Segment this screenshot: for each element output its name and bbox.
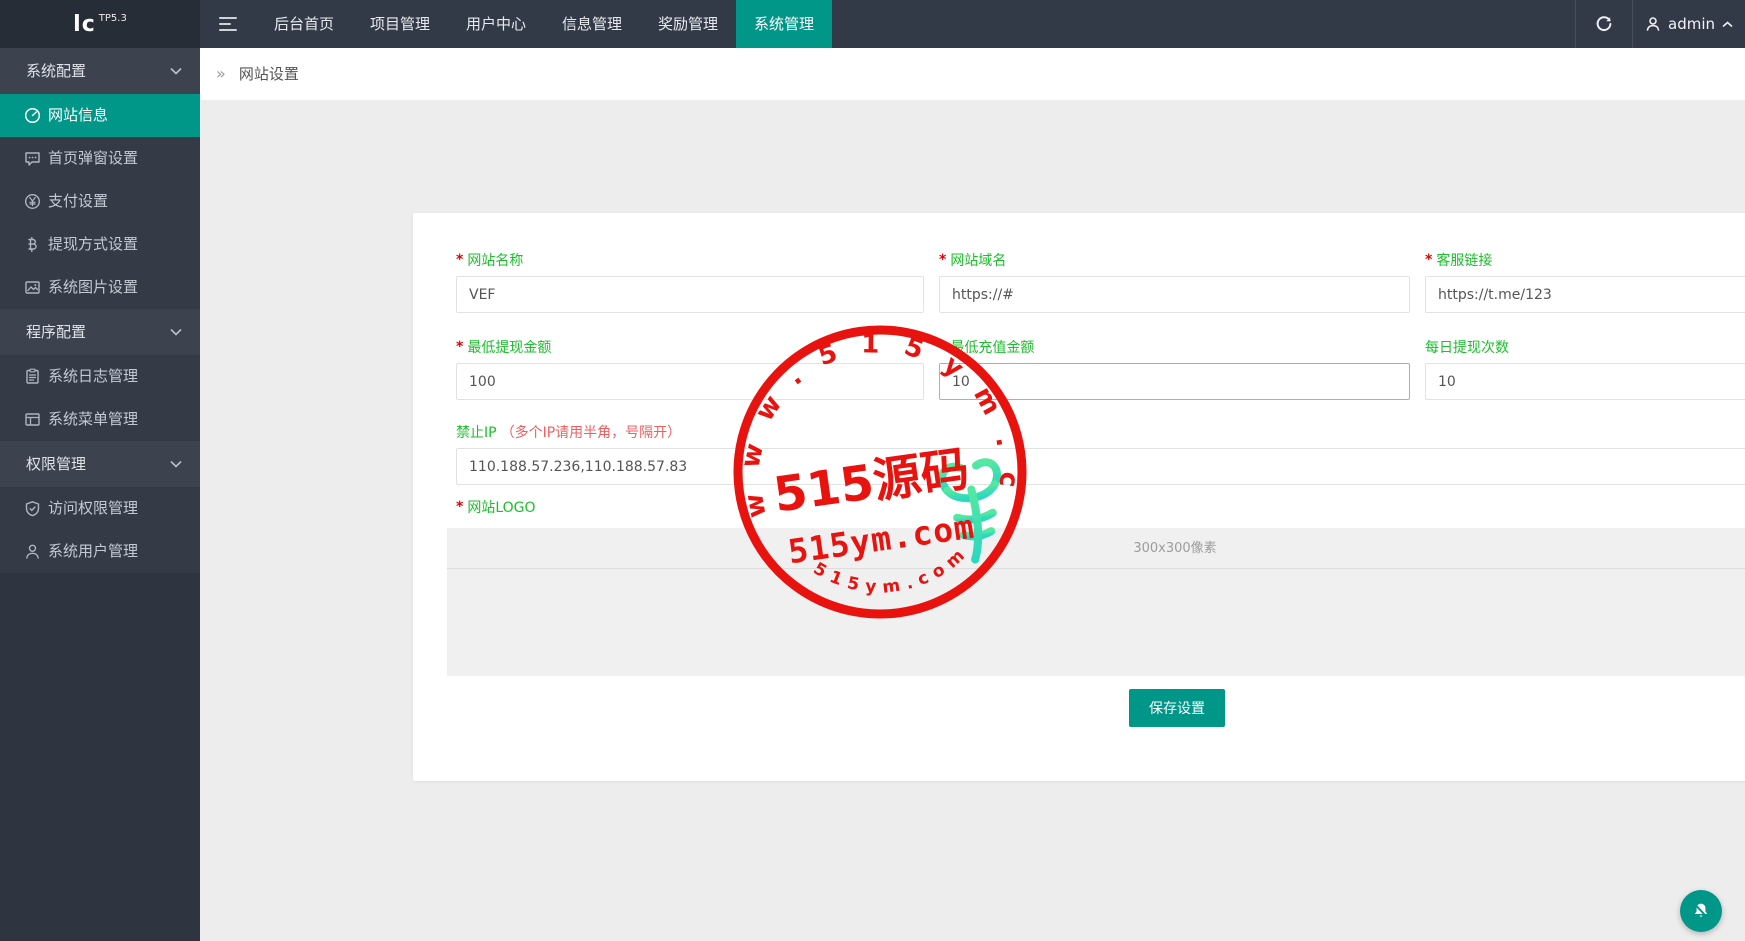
site-domain-input[interactable]: [939, 276, 1410, 313]
chevron-up-icon: [1722, 21, 1733, 28]
logo-preview-row[interactable]: [447, 569, 1745, 675]
required-asterisk: *: [939, 252, 946, 268]
required-asterisk: *: [456, 499, 463, 515]
layout-icon: [24, 411, 41, 428]
logo-version: TP5.3: [99, 13, 127, 24]
field-hint: （多个IP请用半角，号隔开）: [501, 425, 682, 441]
required-asterisk: *: [456, 252, 463, 268]
chevron-down-icon: [170, 328, 182, 336]
dashboard-icon: [24, 107, 41, 124]
nav-item-home[interactable]: 后台首页: [256, 0, 352, 48]
site-name-input[interactable]: [456, 276, 924, 313]
sidebar-item-site-info[interactable]: 网站信息: [0, 94, 200, 137]
hamburger-icon: [219, 17, 237, 19]
yen-circle-icon: [24, 193, 41, 210]
sidebar-group-permissions[interactable]: 权限管理: [0, 441, 200, 487]
nav-item-projects[interactable]: 项目管理: [352, 0, 448, 48]
field-site-name: *网站名称: [456, 253, 924, 313]
field-label: 网站名称: [467, 253, 523, 269]
sidebar-group-system-config[interactable]: 系统配置: [0, 48, 200, 94]
admin-app: lc TP5.3 后台首页 项目管理 用户中心 信息管理 奖励管理 系统管理: [0, 0, 1745, 941]
field-banned-ip: 禁止IP（多个IP请用半角，号隔开）: [456, 425, 1745, 485]
nav-item-rewards[interactable]: 奖励管理: [640, 0, 736, 48]
sidebar-item-popup-settings[interactable]: 首页弹窗设置: [0, 137, 200, 180]
chevron-down-icon: [170, 67, 182, 75]
bell-slash-icon: [1691, 901, 1711, 921]
min-withdraw-input[interactable]: [456, 363, 924, 400]
notification-fab[interactable]: [1680, 890, 1722, 932]
user-icon: [24, 543, 41, 560]
required-asterisk: *: [939, 339, 946, 355]
field-label: 网站LOGO: [467, 500, 535, 516]
user-icon: [1645, 16, 1661, 32]
top-navbar: lc TP5.3 后台首页 项目管理 用户中心 信息管理 奖励管理 系统管理: [0, 0, 1745, 48]
field-label: 最低充值金额: [950, 340, 1034, 356]
refresh-button[interactable]: [1576, 0, 1632, 48]
refresh-icon: [1595, 15, 1613, 33]
logo-upload-hint-row[interactable]: 300x300像素: [447, 528, 1745, 569]
chevron-down-icon: [170, 460, 182, 468]
sidebar-group-program-config[interactable]: 程序配置: [0, 309, 200, 355]
logo-text: lc: [73, 12, 96, 37]
sidebar-item-access-control[interactable]: 访问权限管理: [0, 487, 200, 530]
min-recharge-input[interactable]: [939, 363, 1410, 400]
required-asterisk: *: [456, 339, 463, 355]
settings-form-card: *网站名称 *网站域名 *客服链接 *最低提现金额: [413, 213, 1745, 781]
upload-size-hint: 300x300像素: [1133, 541, 1216, 556]
banned-ip-input[interactable]: [456, 448, 1745, 485]
image-icon: [24, 279, 41, 296]
daily-withdraw-count-input[interactable]: [1425, 363, 1745, 400]
support-link-input[interactable]: [1425, 276, 1745, 313]
field-label: 网站域名: [950, 253, 1006, 269]
field-min-withdraw: *最低提现金额: [456, 340, 924, 400]
sidebar-toggle-button[interactable]: [200, 0, 256, 48]
sidebar-item-payment-settings[interactable]: 支付设置: [0, 180, 200, 223]
field-daily-withdraw-count: 每日提现次数: [1425, 340, 1745, 400]
sidebar-footer-area: [0, 573, 200, 941]
field-min-recharge: *最低充值金额: [939, 340, 1410, 400]
field-site-domain: *网站域名: [939, 253, 1410, 313]
popup-comment-icon: [24, 150, 41, 167]
breadcrumb-bar: » 网站设置: [200, 48, 1745, 100]
nav-item-system[interactable]: 系统管理: [736, 0, 832, 48]
nav-item-user-center[interactable]: 用户中心: [448, 0, 544, 48]
required-asterisk: *: [1425, 252, 1432, 268]
sidebar-item-image-settings[interactable]: 系统图片设置: [0, 266, 200, 309]
logo-upload-area[interactable]: 300x300像素: [447, 528, 1745, 676]
field-support-link: *客服链接: [1425, 253, 1745, 313]
nav-item-info[interactable]: 信息管理: [544, 0, 640, 48]
header-right: admin: [1575, 0, 1745, 48]
app-logo[interactable]: lc TP5.3: [0, 0, 200, 48]
sidebar-item-system-menus[interactable]: 系统菜单管理: [0, 398, 200, 441]
save-settings-button[interactable]: 保存设置: [1129, 689, 1225, 727]
field-label: 客服链接: [1436, 253, 1492, 269]
username: admin: [1668, 15, 1715, 33]
clipboard-icon: [24, 368, 41, 385]
field-site-logo-label: *网站LOGO: [456, 500, 536, 517]
breadcrumb-marker-icon: »: [216, 64, 226, 83]
sidebar: 系统配置 网站信息 首页弹窗设置 支付设置: [0, 48, 200, 941]
field-label: 禁止IP: [456, 425, 497, 441]
field-label: 每日提现次数: [1425, 340, 1509, 356]
shield-check-icon: [24, 500, 41, 517]
content-area: *网站名称 *网站域名 *客服链接 *最低提现金额: [200, 100, 1745, 941]
sidebar-item-system-users[interactable]: 系统用户管理: [0, 530, 200, 573]
user-menu[interactable]: admin: [1633, 0, 1745, 48]
bitcoin-icon: [24, 236, 41, 253]
top-menu: 后台首页 项目管理 用户中心 信息管理 奖励管理 系统管理: [200, 0, 1745, 48]
sidebar-item-system-logs[interactable]: 系统日志管理: [0, 355, 200, 398]
page-title: 网站设置: [239, 65, 299, 83]
sidebar-item-withdraw-settings[interactable]: 提现方式设置: [0, 223, 200, 266]
field-label: 最低提现金额: [467, 340, 551, 356]
